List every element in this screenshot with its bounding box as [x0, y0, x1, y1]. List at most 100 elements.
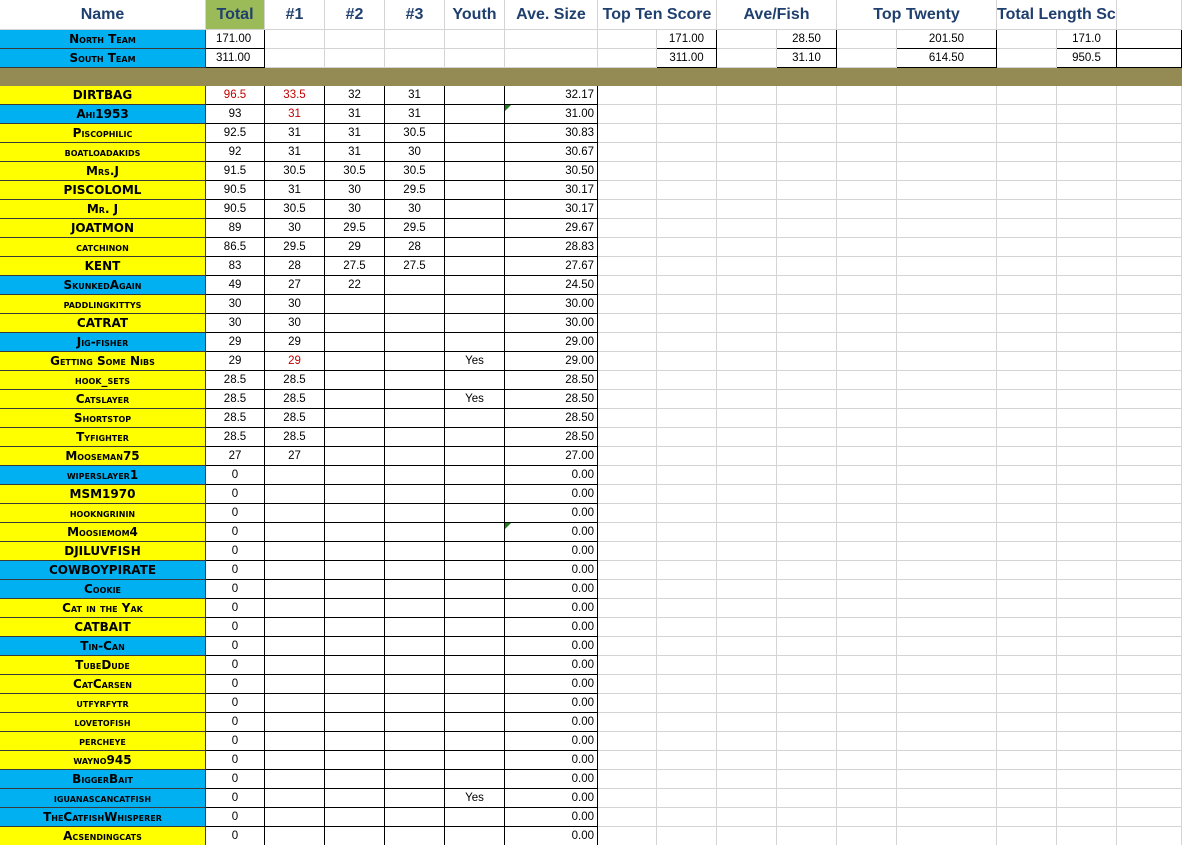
empty-cell[interactable]	[1117, 561, 1182, 580]
empty-cell[interactable]	[837, 713, 897, 732]
angler-ave-size[interactable]: 29.00	[505, 333, 598, 352]
empty-cell[interactable]	[897, 390, 997, 409]
angler-youth[interactable]	[445, 713, 505, 732]
empty-cell[interactable]	[1117, 523, 1182, 542]
empty-cell[interactable]	[837, 257, 897, 276]
angler-name[interactable]: paddlingkittys	[0, 295, 206, 314]
empty-cell[interactable]	[657, 238, 717, 257]
angler-name[interactable]: boatloadakids	[0, 143, 206, 162]
header-youth[interactable]: Youth	[445, 0, 505, 30]
empty-cell[interactable]	[997, 485, 1057, 504]
angler-catch-1[interactable]: 29	[265, 333, 325, 352]
empty-cell[interactable]	[837, 49, 897, 68]
empty-cell[interactable]	[1117, 238, 1182, 257]
angler-name[interactable]: BiggerBait	[0, 770, 206, 789]
angler-ave-size[interactable]: 0.00	[505, 523, 598, 542]
empty-cell[interactable]	[1057, 200, 1117, 219]
empty-cell[interactable]	[717, 333, 777, 352]
empty-cell[interactable]	[657, 789, 717, 808]
angler-catch-2[interactable]	[325, 447, 385, 466]
empty-cell[interactable]	[657, 219, 717, 238]
empty-cell[interactable]	[837, 561, 897, 580]
empty-cell[interactable]	[717, 124, 777, 143]
empty-cell[interactable]	[777, 599, 837, 618]
empty-cell[interactable]	[997, 314, 1057, 333]
empty-cell[interactable]	[997, 30, 1057, 49]
empty-cell[interactable]	[657, 105, 717, 124]
empty-cell[interactable]	[1117, 200, 1182, 219]
angler-catch-2[interactable]	[325, 390, 385, 409]
empty-cell[interactable]	[997, 371, 1057, 390]
angler-name[interactable]: COWBOYPIRATE	[0, 561, 206, 580]
empty-cell[interactable]	[598, 599, 657, 618]
angler-ave-size[interactable]: 0.00	[505, 694, 598, 713]
empty-cell[interactable]	[837, 219, 897, 238]
angler-catch-3[interactable]	[385, 656, 445, 675]
empty-cell[interactable]	[837, 694, 897, 713]
angler-ave-size[interactable]: 30.17	[505, 181, 598, 200]
angler-catch-3[interactable]: 27.5	[385, 257, 445, 276]
empty-cell[interactable]	[598, 808, 657, 827]
empty-cell[interactable]	[1117, 371, 1182, 390]
empty-cell[interactable]	[997, 409, 1057, 428]
empty-cell[interactable]	[837, 162, 897, 181]
empty-cell[interactable]	[897, 827, 997, 845]
empty-cell[interactable]	[657, 732, 717, 751]
angler-youth[interactable]	[445, 827, 505, 845]
angler-ave-size[interactable]: 30.00	[505, 295, 598, 314]
empty-cell[interactable]	[657, 276, 717, 295]
angler-catch-1[interactable]	[265, 694, 325, 713]
angler-catch-2[interactable]	[325, 789, 385, 808]
empty-cell[interactable]	[1117, 276, 1182, 295]
angler-youth[interactable]: Yes	[445, 390, 505, 409]
angler-total[interactable]: 0	[206, 618, 265, 637]
angler-catch-1[interactable]	[265, 466, 325, 485]
angler-catch-1[interactable]	[265, 675, 325, 694]
angler-catch-3[interactable]: 30	[385, 200, 445, 219]
angler-catch-3[interactable]: 31	[385, 86, 445, 105]
empty-cell[interactable]	[717, 599, 777, 618]
angler-total[interactable]: 29	[206, 352, 265, 371]
empty-cell[interactable]	[717, 580, 777, 599]
empty-cell[interactable]	[598, 200, 657, 219]
empty-cell[interactable]	[1057, 694, 1117, 713]
angler-catch-1[interactable]	[265, 808, 325, 827]
team-ave-fish[interactable]: 31.10	[777, 49, 837, 68]
empty-cell[interactable]	[837, 770, 897, 789]
empty-cell[interactable]	[997, 466, 1057, 485]
angler-ave-size[interactable]: 28.50	[505, 371, 598, 390]
team-top-twenty[interactable]: 614.50	[897, 49, 997, 68]
empty-cell[interactable]	[717, 713, 777, 732]
angler-total[interactable]: 28.5	[206, 428, 265, 447]
empty-cell[interactable]	[657, 694, 717, 713]
empty-cell[interactable]	[657, 314, 717, 333]
angler-catch-1[interactable]	[265, 580, 325, 599]
empty-cell[interactable]	[777, 808, 837, 827]
empty-cell[interactable]	[1057, 713, 1117, 732]
angler-catch-2[interactable]: 30	[325, 200, 385, 219]
empty-cell[interactable]	[717, 181, 777, 200]
angler-catch-1[interactable]: 31	[265, 105, 325, 124]
empty-cell[interactable]	[1117, 732, 1182, 751]
angler-ave-size[interactable]: 24.50	[505, 276, 598, 295]
empty-cell[interactable]	[657, 466, 717, 485]
angler-catch-2[interactable]	[325, 409, 385, 428]
empty-cell[interactable]	[997, 143, 1057, 162]
empty-cell[interactable]	[837, 428, 897, 447]
angler-catch-2[interactable]	[325, 504, 385, 523]
angler-catch-3[interactable]: 29.5	[385, 181, 445, 200]
angler-catch-1[interactable]: 31	[265, 124, 325, 143]
empty-cell[interactable]	[777, 428, 837, 447]
empty-cell[interactable]	[1057, 732, 1117, 751]
angler-ave-size[interactable]: 30.50	[505, 162, 598, 181]
header-catch-3[interactable]: #3	[385, 0, 445, 30]
empty-cell[interactable]	[837, 732, 897, 751]
empty-cell[interactable]	[717, 49, 777, 68]
empty-cell[interactable]	[598, 561, 657, 580]
empty-cell[interactable]	[777, 86, 837, 105]
angler-ave-size[interactable]: 0.00	[505, 713, 598, 732]
empty-cell[interactable]	[657, 428, 717, 447]
empty-cell[interactable]	[897, 105, 997, 124]
angler-total[interactable]: 0	[206, 675, 265, 694]
angler-total[interactable]: 30	[206, 314, 265, 333]
